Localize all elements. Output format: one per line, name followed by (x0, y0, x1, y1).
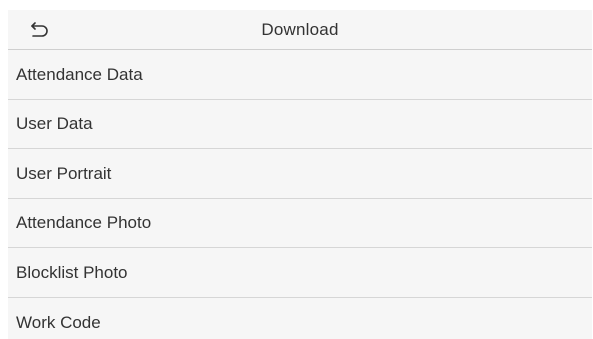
menu-item-label: Work Code (16, 312, 101, 332)
menu-item-attendance-photo[interactable]: Attendance Photo (8, 198, 592, 248)
menu-item-label: User Portrait (16, 163, 112, 183)
page-title: Download (261, 19, 339, 39)
menu-item-user-data[interactable]: User Data (8, 99, 592, 149)
menu-item-label: User Data (16, 114, 93, 134)
menu-item-work-code[interactable]: Work Code (8, 297, 592, 339)
menu-item-label: Blocklist Photo (16, 262, 128, 282)
download-menu-list: Attendance Data User Data User Portrait … (8, 50, 592, 339)
menu-item-label: Attendance Photo (16, 213, 152, 233)
menu-item-label: Attendance Data (16, 64, 143, 84)
menu-item-attendance-data[interactable]: Attendance Data (8, 50, 592, 100)
menu-item-user-portrait[interactable]: User Portrait (8, 149, 592, 199)
back-return-icon (31, 22, 48, 37)
back-button[interactable] (26, 20, 52, 42)
header-bar: Download (8, 10, 592, 50)
download-screen: Download Attendance Data User Data User … (8, 10, 592, 339)
menu-item-blocklist-photo[interactable]: Blocklist Photo (8, 248, 592, 298)
